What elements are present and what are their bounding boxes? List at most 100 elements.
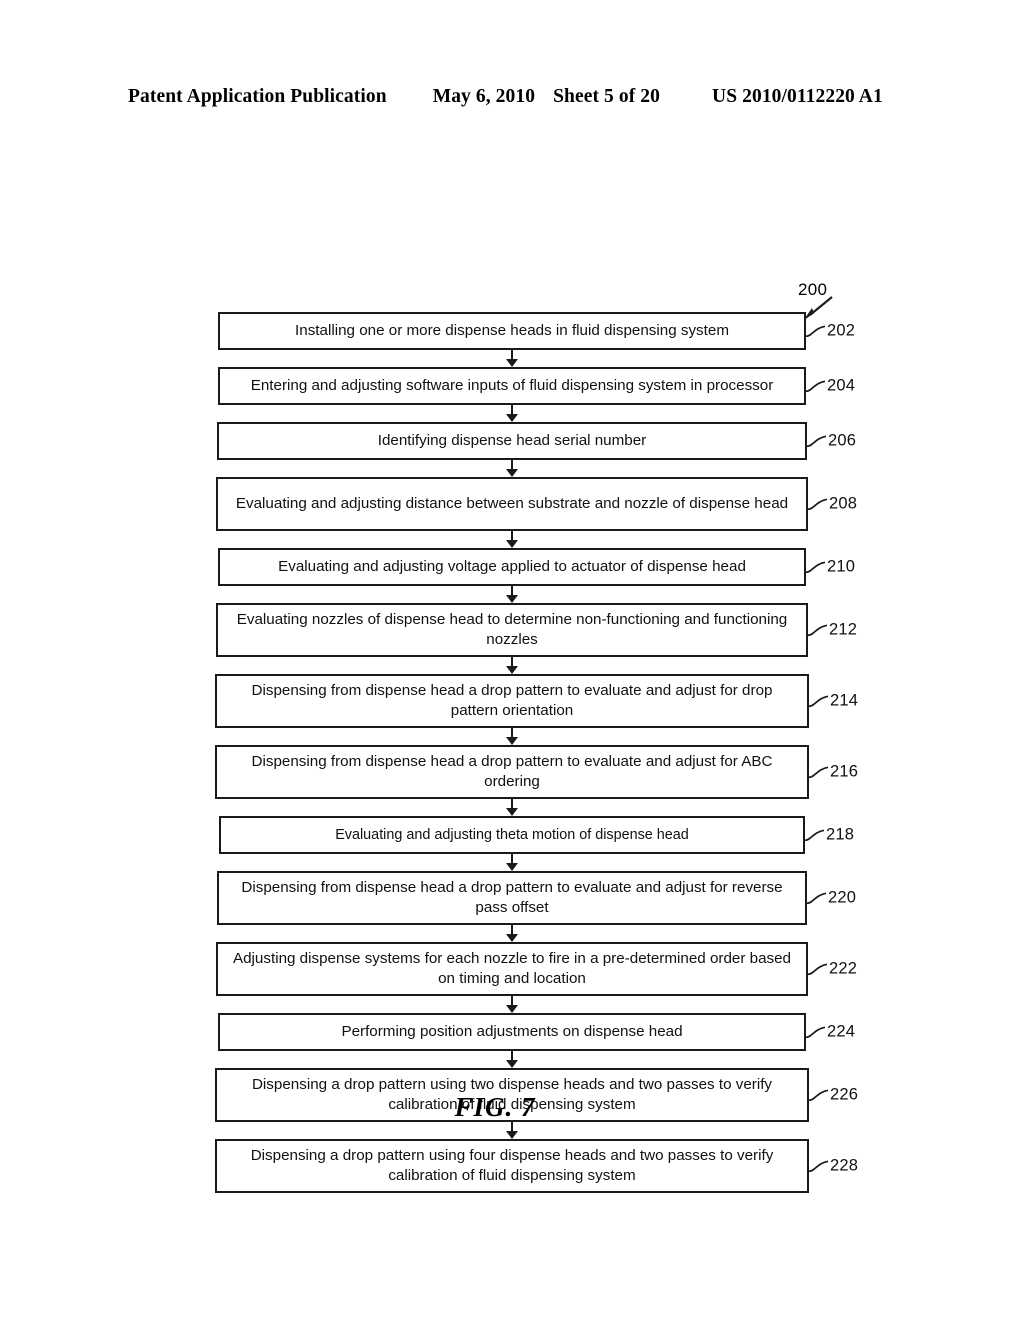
reference-numeral-228: 228: [807, 1155, 858, 1176]
publication-title: Patent Application Publication: [128, 86, 387, 107]
flow-connector-arrow-icon: [505, 925, 519, 942]
reference-leader-line: [807, 892, 827, 904]
reference-numeral-216: 216: [807, 761, 858, 782]
connector-arrowhead: [506, 863, 518, 871]
flow-connector-arrow-icon: [505, 657, 519, 674]
connector-arrowhead: [506, 808, 518, 816]
flow-step-label: Evaluating and adjusting theta motion of…: [335, 826, 689, 843]
page-header: Patent Application Publication May 6, 20…: [128, 86, 896, 108]
connector-arrowhead: [506, 737, 518, 745]
flow-step-204: Entering and adjusting software inputs o…: [218, 367, 855, 405]
reference-leader-line: [806, 561, 826, 573]
flow-step-label: Entering and adjusting software inputs o…: [250, 377, 774, 395]
connector-arrowhead: [506, 1005, 518, 1013]
reference-numeral-text: 208: [829, 494, 858, 513]
flow-step-220: Dispensing from dispense head a drop pat…: [217, 871, 856, 925]
reference-leader-line: [809, 695, 829, 707]
flow-connector-arrow-icon: [505, 350, 519, 367]
flow-connector-arrow-icon: [505, 854, 519, 871]
flow-connector-arrow-icon: [505, 996, 519, 1013]
reference-numeral-204: 204: [804, 375, 855, 396]
patent-number: US 2010/0112220 A1: [712, 86, 883, 107]
reference-numeral-202: 202: [804, 320, 855, 341]
connector-arrowhead: [506, 666, 518, 674]
flow-step-222: Adjusting dispense systems for each nozz…: [216, 942, 857, 996]
connector-arrowhead: [506, 469, 518, 477]
sheet-number: Sheet 5 of 20: [553, 86, 661, 107]
reference-leader-line: [808, 624, 828, 636]
figure-caption: FIG. 7: [0, 1092, 1024, 1123]
flow-step-label: Evaluating nozzles of dispense head to d…: [236, 611, 788, 648]
flow-step-216: Dispensing from dispense head a drop pat…: [215, 745, 858, 799]
flow-connector-arrow-icon: [505, 405, 519, 422]
connector-arrowhead: [506, 934, 518, 942]
reference-numeral-text: 228: [830, 1156, 859, 1175]
flow-connector-arrow-icon: [505, 728, 519, 745]
connector-arrowhead: [506, 1131, 518, 1139]
flow-step-label: Performing position adjustments on dispe…: [341, 1023, 683, 1041]
flowchart-steps: Installing one or more dispense heads in…: [0, 312, 1024, 1193]
reference-leader-line: [807, 435, 827, 447]
flow-step-label: Dispensing a drop pattern using four dis…: [250, 1147, 774, 1184]
reference-numeral-212: 212: [806, 619, 857, 640]
reference-numeral-text: 212: [829, 620, 858, 639]
reference-numeral-text: 206: [828, 431, 857, 450]
flow-step-label: Dispensing from dispense head a drop pat…: [251, 753, 773, 790]
connector-arrowhead: [506, 414, 518, 422]
connector-arrowhead: [506, 359, 518, 367]
reference-numeral-210: 210: [804, 556, 855, 577]
flow-step-label: Evaluating and adjusting voltage applied…: [278, 558, 746, 576]
reference-leader-line: [809, 1160, 829, 1172]
connector-arrowhead: [506, 540, 518, 548]
flow-connector-arrow-icon: [505, 1051, 519, 1068]
flow-step-224: Performing position adjustments on dispe…: [218, 1013, 855, 1051]
connector-arrowhead: [506, 1060, 518, 1068]
reference-numeral-214: 214: [807, 690, 858, 711]
flow-step-218: Evaluating and adjusting theta motion of…: [219, 816, 854, 854]
flow-step-206: Identifying dispense head serial number 2…: [217, 422, 856, 460]
publication-date: May 6, 2010: [432, 86, 536, 107]
flow-step-212: Evaluating nozzles of dispense head to d…: [216, 603, 857, 657]
reference-numeral-text: 216: [830, 762, 859, 781]
flow-step-214: Dispensing from dispense head a drop pat…: [215, 674, 858, 728]
flow-step-228: Dispensing a drop pattern using four dis…: [215, 1139, 858, 1193]
figure-caption-text: FIG. 7: [454, 1092, 536, 1122]
reference-numeral-208: 208: [806, 493, 857, 514]
reference-numeral-222: 222: [806, 958, 857, 979]
reference-numeral-text: 210: [827, 557, 856, 576]
reference-leader-line: [809, 766, 829, 778]
reference-leader-line: [808, 498, 828, 510]
flow-step-210: Evaluating and adjusting voltage applied…: [218, 548, 855, 586]
flow-step-label: Identifying dispense head serial number: [377, 432, 647, 450]
flow-step-label: Installing one or more dispense heads in…: [295, 322, 729, 340]
flow-step-label: Dispensing from dispense head a drop pat…: [251, 682, 773, 719]
flow-connector-arrow-icon: [505, 799, 519, 816]
flow-step-label: Dispensing from dispense head a drop pat…: [241, 879, 783, 916]
reference-numeral-text: 202: [827, 321, 856, 340]
reference-numeral-text: 214: [830, 691, 859, 710]
reference-numeral-206: 206: [805, 430, 856, 451]
reference-numeral-220: 220: [805, 887, 856, 908]
reference-leader-line: [808, 963, 828, 975]
reference-leader-line: [806, 380, 826, 392]
reference-leader-line: [805, 829, 825, 841]
reference-numeral-text: 218: [826, 825, 855, 844]
reference-numeral-218: 218: [803, 824, 854, 845]
flow-step-label: Evaluating and adjusting distance betwee…: [235, 495, 789, 513]
flow-step-label: Adjusting dispense systems for each nozz…: [232, 950, 791, 987]
reference-numeral-224: 224: [804, 1021, 855, 1042]
reference-numeral-text: 204: [827, 376, 856, 395]
reference-leader-line: [806, 325, 826, 337]
flow-connector-arrow-icon: [505, 460, 519, 477]
reference-numeral-text: 220: [828, 888, 857, 907]
connector-arrowhead: [506, 595, 518, 603]
flow-connector-arrow-icon: [505, 1122, 519, 1139]
reference-numeral-text: 224: [827, 1022, 856, 1041]
flow-connector-arrow-icon: [505, 586, 519, 603]
reference-leader-line: [806, 1026, 826, 1038]
flow-connector-arrow-icon: [505, 531, 519, 548]
flow-step-208: Evaluating and adjusting distance betwee…: [216, 477, 857, 531]
figure-7-flowchart: 200 Installing one or more dispense head…: [0, 276, 1024, 1193]
reference-numeral-text: 222: [829, 959, 858, 978]
flow-step-202: Installing one or more dispense heads in…: [218, 312, 855, 350]
